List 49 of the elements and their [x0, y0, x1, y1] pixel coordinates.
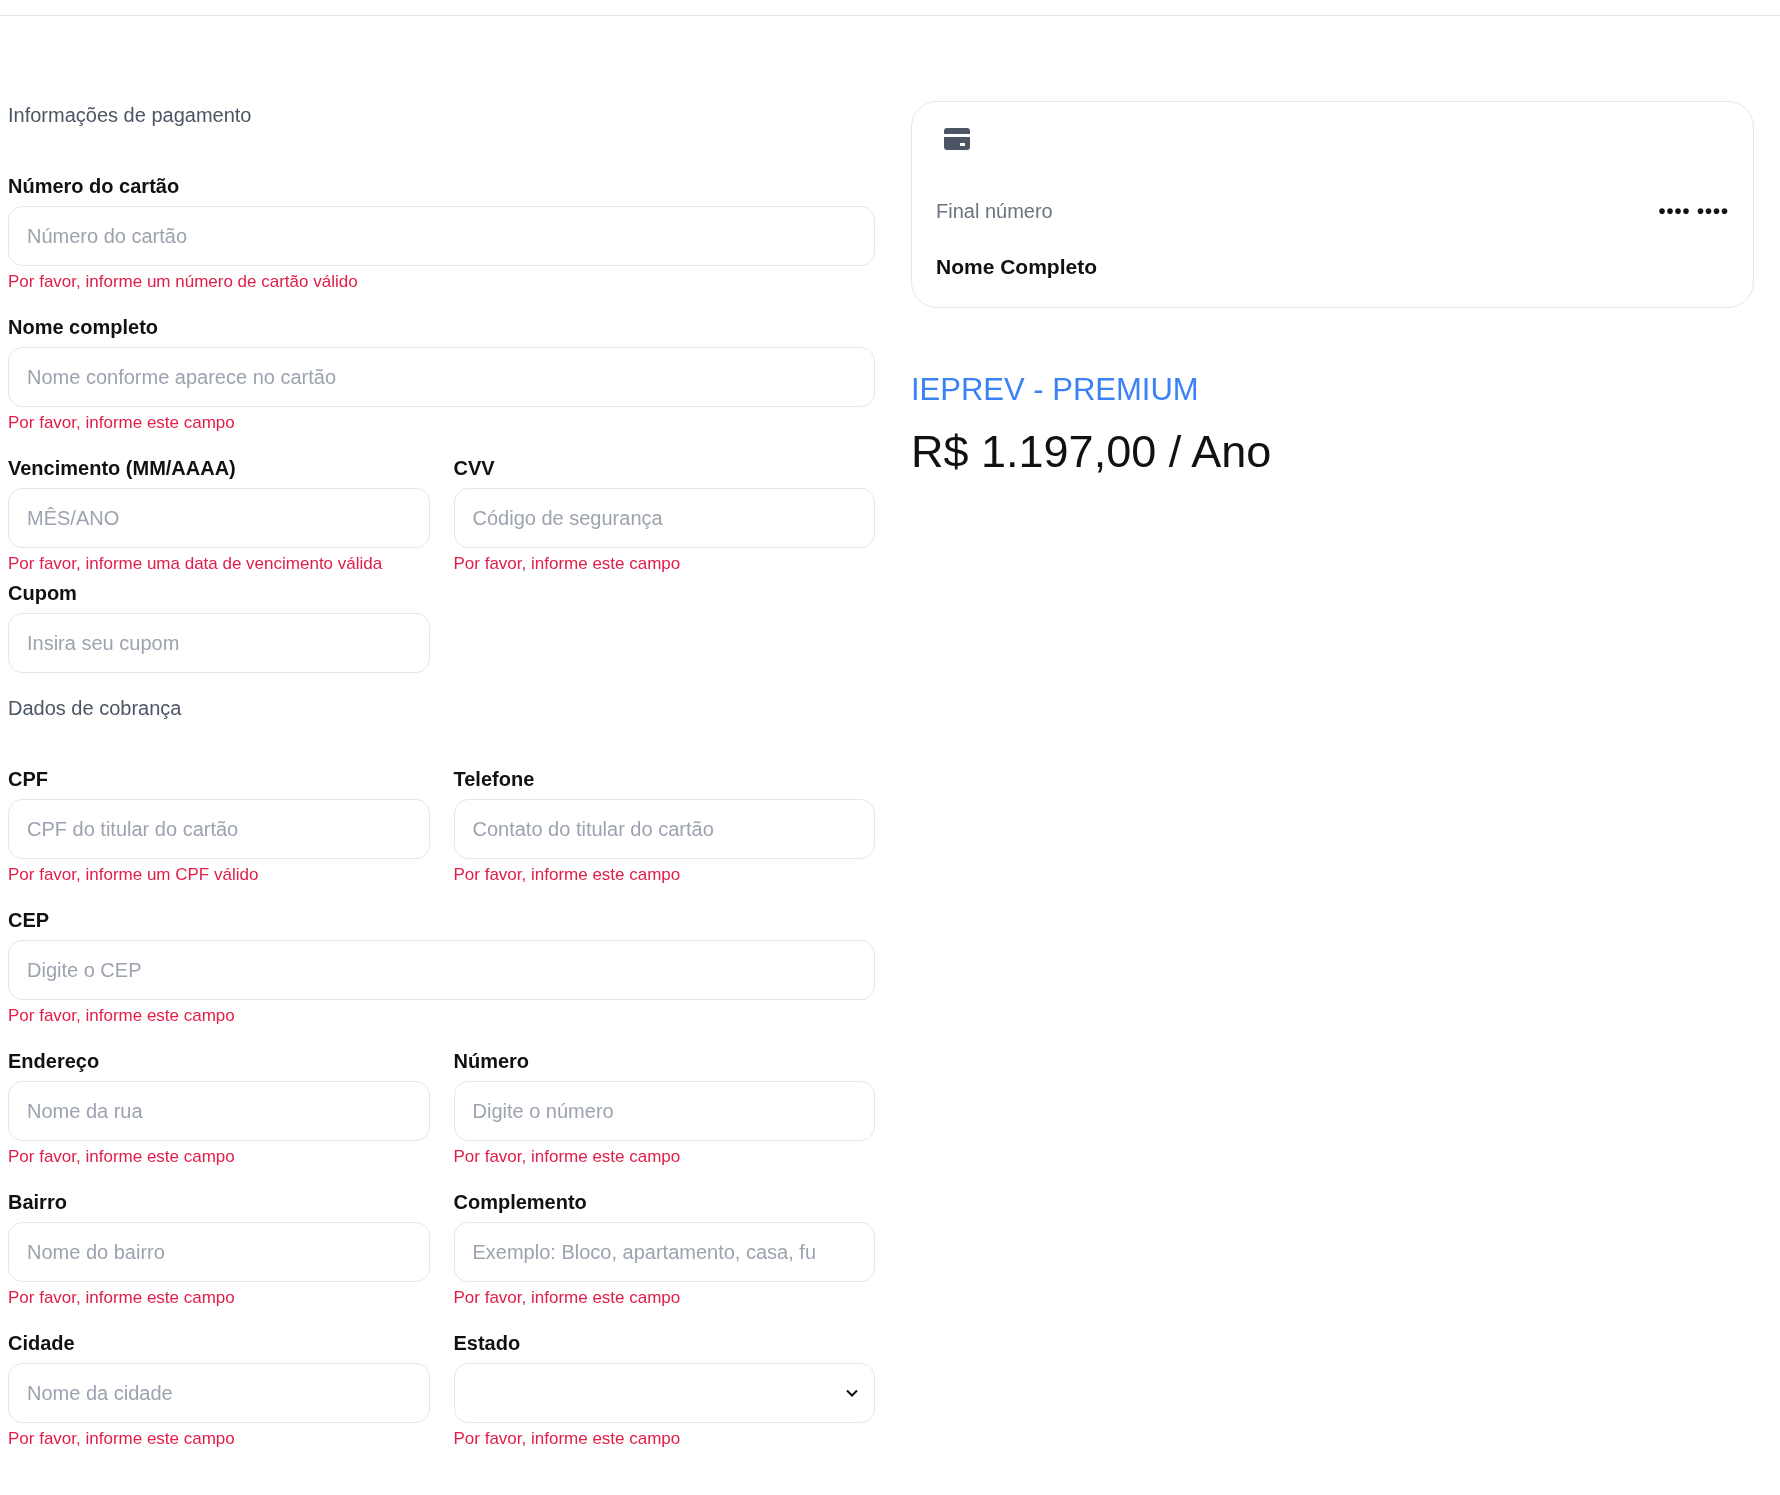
field-label: CVV	[453, 457, 496, 480]
section-title: Dados de cobrança	[8, 697, 183, 720]
input-field[interactable]: Número do cartão	[8, 206, 875, 266]
field-label: Cupom	[8, 582, 78, 605]
field-label: Bairro	[8, 1191, 68, 1214]
error-message: Por favor, informe este campo	[8, 1006, 236, 1026]
input-field[interactable]: Nome do bairro	[8, 1222, 430, 1282]
field-label: Cidade	[8, 1332, 76, 1355]
error-message: Por favor, informe este campo	[8, 1288, 236, 1308]
input-field[interactable]: Nome da cidade	[8, 1363, 430, 1423]
error-message: Por favor, informe este campo	[453, 1429, 682, 1449]
field-label: Vencimento (MM/AAAA)	[8, 457, 237, 480]
input-field[interactable]: Exemplo: Bloco, apartamento, casa, fu	[453, 1222, 875, 1282]
input-field[interactable]: Digite o CEP	[8, 940, 875, 1000]
input-field[interactable]: Insira seu cupom	[8, 613, 430, 673]
section-title: Informações de pagamento	[8, 104, 253, 127]
error-message: Por favor, informe este campo	[8, 413, 236, 433]
error-message: Por favor, informe este campo	[453, 1288, 682, 1308]
input-field[interactable]: Nome da rua	[8, 1081, 430, 1141]
error-message: Por favor, informe um número de cartão válido	[8, 272, 359, 292]
error-message: Por favor, informe este campo	[453, 1147, 682, 1167]
field-label: Número	[453, 1050, 531, 1073]
field-label: Número do cartão	[8, 175, 181, 198]
error-message: Por favor, informe este campo	[453, 865, 682, 885]
field-label: Complemento	[453, 1191, 588, 1214]
field-label: CPF	[8, 768, 49, 791]
field-label: Estado	[453, 1332, 522, 1355]
card-number-label: Final número	[936, 200, 1053, 223]
select-dropdown[interactable]	[453, 1363, 875, 1423]
input-field[interactable]: Código de segurança	[453, 488, 875, 548]
field-label: Endereço	[8, 1050, 101, 1073]
error-message: Por favor, informe uma data de vencimento válida	[8, 554, 384, 574]
plan-name: IEPREV - PREMIUM	[911, 372, 1200, 408]
error-message: Por favor, informe este campo	[453, 554, 682, 574]
error-message: Por favor, informe este campo	[8, 1147, 236, 1167]
cardholder-name: Nome Completo	[936, 255, 1098, 279]
input-field[interactable]: Digite o número	[453, 1081, 875, 1141]
input-field[interactable]: CPF do titular do cartão	[8, 799, 430, 859]
plan-price: R$ 1.197,00 / Ano	[911, 426, 1273, 478]
error-message: Por favor, informe este campo	[8, 1429, 236, 1449]
input-field[interactable]: Contato do titular do cartão	[453, 799, 875, 859]
credit-card-icon	[944, 128, 970, 150]
field-label: Nome completo	[8, 316, 160, 339]
input-field[interactable]: Nome conforme aparece no cartão	[8, 347, 875, 407]
error-message: Por favor, informe um CPF válido	[8, 865, 260, 885]
field-label: Telefone	[453, 768, 536, 791]
card-number-mask: •••• ••••	[1658, 200, 1729, 223]
input-field[interactable]: MÊS/ANO	[8, 488, 430, 548]
field-label: CEP	[8, 909, 51, 932]
